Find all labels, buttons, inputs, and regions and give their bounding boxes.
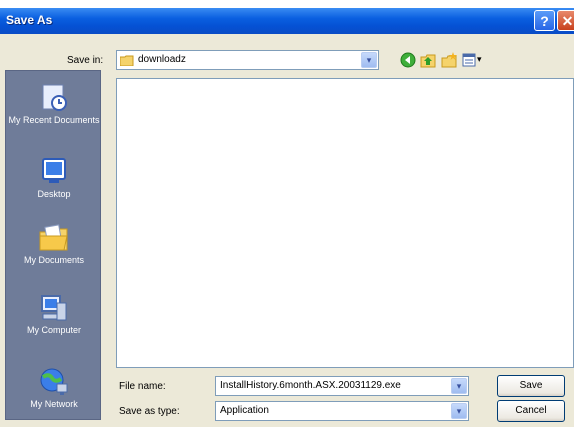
file-name-input[interactable]: InstallHistory.6month.ASX.20031129.exe ▾ xyxy=(215,376,469,396)
save-in-value: downloadz xyxy=(138,54,186,65)
places-my-network[interactable]: My Network xyxy=(6,367,102,410)
places-my-documents[interactable]: My Documents xyxy=(6,223,102,266)
file-list-pane[interactable] xyxy=(116,78,574,368)
back-icon[interactable] xyxy=(400,52,416,68)
places-recent-documents[interactable]: My Recent Documents xyxy=(6,83,102,126)
dialog-title: Save As xyxy=(6,13,53,27)
recent-documents-icon xyxy=(42,84,67,111)
folder-icon xyxy=(120,55,134,66)
chevron-down-icon[interactable]: ▾ xyxy=(451,378,467,394)
save-button[interactable]: Save xyxy=(497,375,565,397)
background-page-text xyxy=(0,0,574,8)
file-name-label: File name: xyxy=(119,381,166,392)
desktop-label: Desktop xyxy=(37,189,71,199)
save-as-type-value: Application xyxy=(220,405,269,416)
places-my-computer[interactable]: My Computer xyxy=(6,293,102,336)
my-computer-icon xyxy=(41,295,67,321)
new-folder-icon[interactable] xyxy=(441,52,457,68)
file-name-value: InstallHistory.6month.ASX.20031129.exe xyxy=(220,380,401,391)
views-menu-icon[interactable] xyxy=(462,52,476,68)
places-bar: My Recent Documents Desktop My Documents xyxy=(5,70,101,420)
desktop-icon xyxy=(42,158,66,183)
title-bar[interactable]: Save As ? ✕ xyxy=(0,8,574,34)
my-network-label: My Network xyxy=(30,399,78,409)
recent-documents-label: My Recent Documents xyxy=(8,115,100,125)
close-button[interactable]: ✕ xyxy=(557,10,574,31)
save-in-dropdown[interactable]: downloadz ▾ xyxy=(116,50,379,70)
chevron-down-icon[interactable]: ▾ xyxy=(451,403,467,419)
my-documents-label: My Documents xyxy=(23,255,85,265)
save-in-label: Save in: xyxy=(67,55,104,66)
my-network-icon xyxy=(40,368,68,395)
save-as-type-dropdown[interactable]: Application ▾ xyxy=(215,401,469,421)
save-as-type-label: Save as type: xyxy=(119,406,180,417)
my-computer-label: My Computer xyxy=(26,325,81,335)
chevron-down-icon[interactable]: ▾ xyxy=(361,52,377,68)
up-folder-icon[interactable] xyxy=(420,52,436,68)
places-desktop[interactable]: Desktop xyxy=(6,157,102,200)
my-documents-icon xyxy=(39,224,68,251)
help-button[interactable]: ? xyxy=(534,10,555,31)
views-dropdown-arrow[interactable]: ▾ xyxy=(477,54,482,65)
cancel-button[interactable]: Cancel xyxy=(497,400,565,422)
save-as-dialog: Save As ? ✕ Save in: downloadz ▾ ▾ My Re… xyxy=(0,8,574,427)
